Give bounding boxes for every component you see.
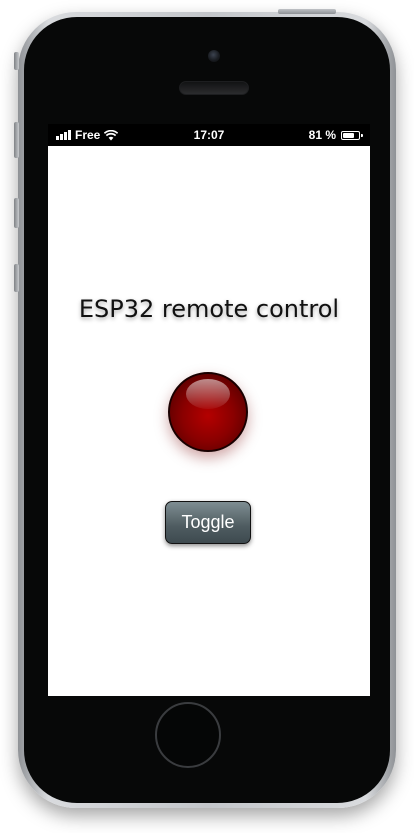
page-title: ESP32 remote control — [78, 295, 340, 323]
volume-down-button — [14, 198, 19, 228]
led-indicator — [168, 372, 248, 452]
battery-percent: 81 % — [308, 128, 336, 142]
camera-icon — [208, 50, 220, 62]
battery-level-fill — [343, 132, 354, 138]
earpiece-speaker — [179, 81, 249, 95]
status-bar: Free 17:07 81 % — [48, 124, 370, 146]
led-highlight — [186, 379, 230, 409]
battery-icon — [341, 130, 363, 140]
volume-down-button-2 — [14, 264, 19, 292]
volume-up-button — [14, 122, 19, 158]
mute-switch — [14, 52, 19, 70]
power-button — [278, 9, 336, 14]
status-right: 81 % — [308, 128, 363, 142]
toggle-button[interactable]: Toggle — [165, 501, 251, 544]
app-screen: Free 17:07 81 % ESP32 remote control Tog… — [48, 124, 370, 696]
home-button[interactable] — [155, 702, 221, 768]
